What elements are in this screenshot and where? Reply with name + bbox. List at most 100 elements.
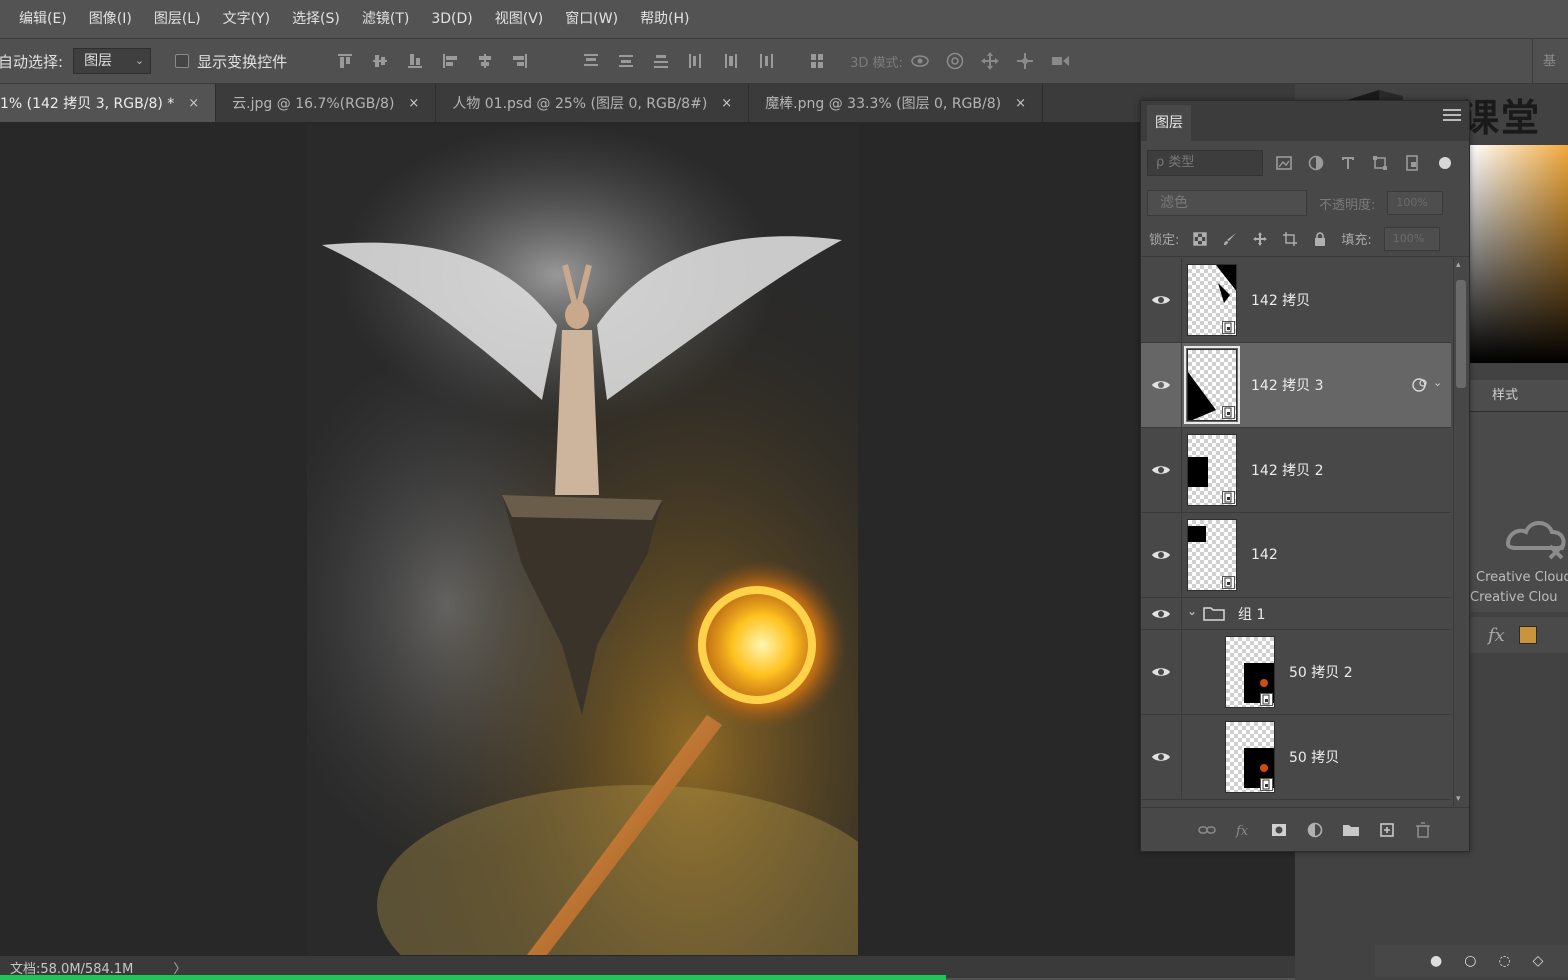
- lock-brush-icon[interactable]: [1221, 230, 1239, 248]
- adjustment-layer-icon[interactable]: [1304, 819, 1326, 841]
- layer-name[interactable]: 组 1: [1238, 604, 1265, 624]
- distribute-right-icon[interactable]: [748, 38, 783, 84]
- opacity-input[interactable]: 100%: [1387, 191, 1444, 215]
- layer-row[interactable]: 142 拷贝: [1141, 258, 1451, 343]
- menu-image[interactable]: 图像(I): [78, 0, 143, 38]
- filter-shape-icon[interactable]: [1369, 152, 1391, 174]
- layer-thumbnail[interactable]: [1187, 264, 1237, 336]
- layer-name[interactable]: 50 拷贝: [1289, 747, 1339, 767]
- fx-icon[interactable]: fx: [1488, 625, 1505, 646]
- layer-row-selected[interactable]: 142 拷贝 3 ⌄: [1141, 343, 1451, 428]
- workspace-switcher[interactable]: 基: [1532, 39, 1568, 85]
- menu-view[interactable]: 视图(V): [484, 0, 555, 38]
- eye-icon[interactable]: [1151, 463, 1173, 477]
- lock-transparent-icon[interactable]: [1191, 230, 1209, 248]
- color-picker[interactable]: [1470, 145, 1568, 363]
- drag-3d-icon[interactable]: [973, 38, 1008, 84]
- menu-3d[interactable]: 3D(D): [420, 0, 483, 38]
- distribute-hcenter-icon[interactable]: [713, 38, 748, 84]
- layer-filter-kind[interactable]: ρ 类型: [1147, 150, 1263, 176]
- trash-icon[interactable]: [1412, 819, 1434, 841]
- scroll-up-icon[interactable]: ▴: [1456, 260, 1461, 270]
- tab-styles[interactable]: 样式: [1470, 380, 1568, 412]
- new-layer-icon[interactable]: [1376, 819, 1398, 841]
- layer-name[interactable]: 142 拷贝 2: [1251, 460, 1324, 480]
- align-bottom-icon[interactable]: [397, 38, 432, 84]
- layer-row[interactable]: 142: [1141, 513, 1451, 598]
- layer-row[interactable]: 50 拷贝 2: [1141, 630, 1451, 715]
- show-transform-checkbox[interactable]: [175, 54, 190, 68]
- show-transform-toggle[interactable]: 显示变换控件: [175, 51, 287, 72]
- close-icon[interactable]: ×: [1015, 96, 1026, 111]
- distribute-bottom-icon[interactable]: [643, 38, 678, 84]
- add-mask-icon[interactable]: [1268, 819, 1290, 841]
- close-icon[interactable]: ×: [408, 96, 419, 111]
- menu-window[interactable]: 窗口(W): [554, 0, 629, 38]
- filled-circle-icon[interactable]: ●: [1430, 953, 1442, 969]
- distribute-top-icon[interactable]: [573, 38, 608, 84]
- hollow-circle-icon[interactable]: ○: [1464, 953, 1476, 969]
- filter-type-icon[interactable]: [1337, 152, 1359, 174]
- lock-move-icon[interactable]: [1251, 230, 1269, 248]
- layer-name[interactable]: 142 拷贝 3: [1251, 375, 1324, 395]
- menu-help[interactable]: 帮助(H): [629, 0, 700, 38]
- canvas-artwork[interactable]: [307, 125, 858, 955]
- layer-row[interactable]: 142 拷贝 2: [1141, 428, 1451, 513]
- align-left-icon[interactable]: [432, 38, 467, 84]
- distribute-vcenter-icon[interactable]: [608, 38, 643, 84]
- dotted-circle-icon[interactable]: ◌: [1498, 953, 1510, 969]
- align-vcenter-icon[interactable]: [362, 38, 397, 84]
- layer-name[interactable]: 142 拷贝: [1251, 290, 1310, 310]
- eye-icon[interactable]: [1151, 293, 1173, 307]
- layer-name[interactable]: 142: [1251, 547, 1278, 563]
- filter-toggle-switch[interactable]: [1439, 157, 1451, 169]
- layer-thumbnail[interactable]: [1225, 721, 1275, 793]
- fx-icon[interactable]: fx: [1232, 819, 1254, 841]
- eye-icon[interactable]: [1151, 665, 1173, 679]
- menu-type[interactable]: 文字(Y): [212, 0, 281, 38]
- lock-all-icon[interactable]: [1311, 230, 1329, 248]
- chevron-down-icon[interactable]: ⌄: [1187, 604, 1197, 618]
- tab-document-2[interactable]: 云.jpg @ 16.7%(RGB/8) ×: [216, 84, 437, 122]
- slide-3d-icon[interactable]: [1008, 38, 1043, 84]
- eye-icon[interactable]: [1151, 378, 1173, 392]
- layers-scrollbar[interactable]: ▴ ▾: [1453, 258, 1467, 806]
- style-swatch[interactable]: [1518, 626, 1537, 644]
- scale-3d-icon[interactable]: [1043, 38, 1078, 84]
- menu-layer[interactable]: 图层(L): [143, 0, 212, 38]
- smart-filter-link-icon[interactable]: [1411, 377, 1431, 393]
- filter-smart-object-icon[interactable]: [1401, 152, 1423, 174]
- blend-mode-dropdown[interactable]: 滤色: [1147, 190, 1307, 216]
- close-icon[interactable]: ×: [188, 96, 199, 111]
- menu-select[interactable]: 选择(S): [281, 0, 351, 38]
- distribute-left-icon[interactable]: [678, 38, 713, 84]
- auto-select-dropdown[interactable]: 图层 ⌄: [73, 48, 152, 74]
- layer-thumbnail[interactable]: [1187, 434, 1237, 506]
- tab-layers[interactable]: 图层: [1147, 105, 1191, 141]
- layer-thumbnail[interactable]: [1225, 636, 1275, 708]
- eye-icon[interactable]: [1151, 607, 1173, 621]
- rotate-3d-icon[interactable]: [903, 38, 938, 84]
- link-layers-icon[interactable]: [1196, 819, 1218, 841]
- layer-row[interactable]: 50 拷贝: [1141, 715, 1451, 800]
- fill-input[interactable]: 100%: [1383, 226, 1440, 251]
- status-menu-arrow[interactable]: 〉: [173, 958, 186, 977]
- tab-document-4[interactable]: 魔棒.png @ 33.3% (图层 0, RGB/8) ×: [749, 84, 1044, 122]
- filter-pixel-icon[interactable]: [1273, 152, 1295, 174]
- chevron-down-icon[interactable]: ⌄: [1433, 376, 1442, 389]
- tab-document-3[interactable]: 人物 01.psd @ 25% (图层 0, RGB/8#) ×: [436, 84, 750, 122]
- eye-icon[interactable]: [1151, 548, 1173, 562]
- tab-document-1[interactable]: 1% (142 拷贝 3, RGB/8) * ×: [0, 84, 217, 122]
- align-top-icon[interactable]: [327, 38, 362, 84]
- close-icon[interactable]: ×: [721, 96, 732, 111]
- menu-filter[interactable]: 滤镜(T): [351, 0, 420, 38]
- align-hcenter-icon[interactable]: [467, 38, 502, 84]
- panel-menu-icon[interactable]: [1443, 109, 1461, 123]
- roll-3d-icon[interactable]: [938, 38, 973, 84]
- layer-thumbnail[interactable]: [1187, 519, 1237, 591]
- filter-adjustment-icon[interactable]: [1305, 152, 1327, 174]
- diamond-icon[interactable]: ◇: [1533, 953, 1544, 969]
- layer-thumbnail[interactable]: [1184, 346, 1240, 424]
- layer-group-row[interactable]: ⌄ 组 1: [1141, 598, 1451, 630]
- auto-align-icon[interactable]: [799, 38, 834, 84]
